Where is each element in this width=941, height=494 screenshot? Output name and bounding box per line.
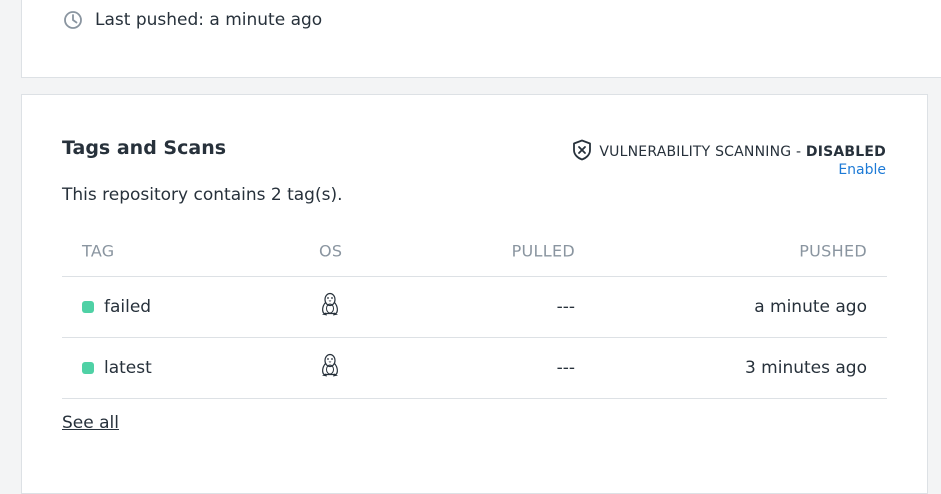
pulled-value: ---: [556, 297, 575, 317]
repository-tag-count: This repository contains 2 tag(s).: [62, 185, 343, 205]
clock-icon: [63, 10, 83, 30]
tags-and-scans-card: Tags and Scans VULNERABILITY SCANNING - …: [21, 94, 928, 494]
pulled-value: ---: [556, 358, 575, 378]
vulnerability-label: VULNERABILITY SCANNING -: [599, 144, 806, 160]
linux-icon: [319, 353, 341, 384]
repo-info-card: Last pushed: a minute ago: [21, 0, 941, 78]
vulnerability-status: DISABLED: [805, 144, 886, 160]
tags-table: TAG OS PULLED PUSHED failed --- a minute…: [62, 225, 887, 399]
pushed-value: a minute ago: [754, 297, 867, 317]
table-header: TAG OS PULLED PUSHED: [62, 225, 887, 277]
column-header-os: OS: [319, 241, 343, 260]
see-all-link[interactable]: See all: [62, 413, 119, 433]
section-title: Tags and Scans: [62, 137, 227, 159]
enable-scanning-link[interactable]: Enable: [838, 162, 886, 178]
tag-name[interactable]: failed: [104, 297, 151, 317]
tag-name[interactable]: latest: [104, 358, 152, 378]
last-pushed: Last pushed: a minute ago: [63, 10, 322, 30]
last-pushed-text: Last pushed: a minute ago: [95, 10, 323, 30]
table-row[interactable]: failed --- a minute ago: [62, 277, 887, 338]
linux-icon: [319, 292, 341, 323]
column-header-pushed: PUSHED: [799, 241, 867, 260]
shield-x-icon: [572, 139, 592, 165]
status-indicator: [82, 362, 94, 374]
status-indicator: [82, 301, 94, 313]
column-header-tag: TAG: [82, 241, 115, 260]
pushed-value: 3 minutes ago: [744, 358, 867, 378]
table-row[interactable]: latest --- 3 minutes ago: [62, 338, 887, 399]
column-header-pulled: PULLED: [511, 241, 575, 260]
